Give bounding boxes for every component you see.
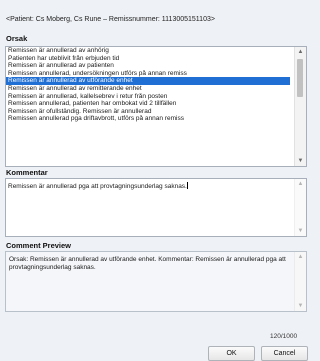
list-item[interactable]: Remissen är annullerad, kallelsebrev i r… — [6, 93, 290, 101]
chevron-down-icon[interactable]: ▼ — [295, 226, 306, 236]
chevron-down-icon[interactable]: ▼ — [295, 156, 306, 166]
list-item[interactable]: Remissen annullerad, undersökningen utfö… — [6, 70, 290, 78]
chevron-up-icon[interactable]: ▲ — [295, 252, 306, 262]
orsak-label: Orsak — [6, 34, 28, 43]
list-item[interactable]: Remissen är annullerad av anhörig — [6, 47, 290, 55]
kommentar-scrollbar[interactable]: ▲ ▼ — [294, 179, 306, 236]
kommentar-value: Remissen är annullerad pga att provtagni… — [8, 183, 187, 190]
preview-scrollbar[interactable]: ▲ ▼ — [294, 252, 306, 311]
character-counter: 120/1000 — [270, 333, 298, 340]
list-item[interactable]: Remissen är annullerad av remitterande e… — [6, 85, 290, 93]
preview-text: Orsak: Remissen är annullerad av utföran… — [9, 256, 286, 271]
list-item[interactable]: Remissen är annullerad av utförande enhe… — [6, 77, 290, 85]
kommentar-text-wrap: Remissen är annullerad pga att provtagni… — [6, 179, 306, 193]
orsak-scrollbar[interactable]: ▲ ▼ — [294, 47, 306, 166]
text-cursor — [187, 182, 189, 189]
orsak-items: Remissen är annullerad av anhörig Patient… — [6, 47, 306, 123]
scroll-thumb[interactable] — [297, 59, 303, 97]
orsak-list[interactable]: Remissen är annullerad av anhörig Patient… — [5, 46, 307, 167]
kommentar-label: Kommentar — [6, 168, 48, 177]
list-item[interactable]: Remissen är annullerad av patienten — [6, 62, 290, 70]
preview-label: Comment Preview — [6, 241, 72, 250]
chevron-up-icon[interactable]: ▲ — [295, 47, 306, 57]
comment-preview: Orsak: Remissen är annullerad av utföran… — [5, 251, 307, 312]
list-item[interactable]: Remissen är ofullständig. Remissen är an… — [6, 108, 290, 116]
list-item[interactable]: Patienten har uteblivit från erbjuden ti… — [6, 55, 290, 63]
chevron-down-icon[interactable]: ▼ — [295, 301, 306, 311]
list-item[interactable]: Remissen annullerad, patienten har ombok… — [6, 100, 290, 108]
dialog-header: <Patient: Cs Moberg, Cs Rune – Remissnum… — [6, 16, 215, 23]
list-item[interactable]: Remissen annullerad pga driftavbrott, ut… — [6, 115, 290, 123]
kommentar-input[interactable]: Remissen är annullerad pga att provtagni… — [5, 178, 307, 237]
chevron-up-icon[interactable]: ▲ — [295, 179, 306, 189]
